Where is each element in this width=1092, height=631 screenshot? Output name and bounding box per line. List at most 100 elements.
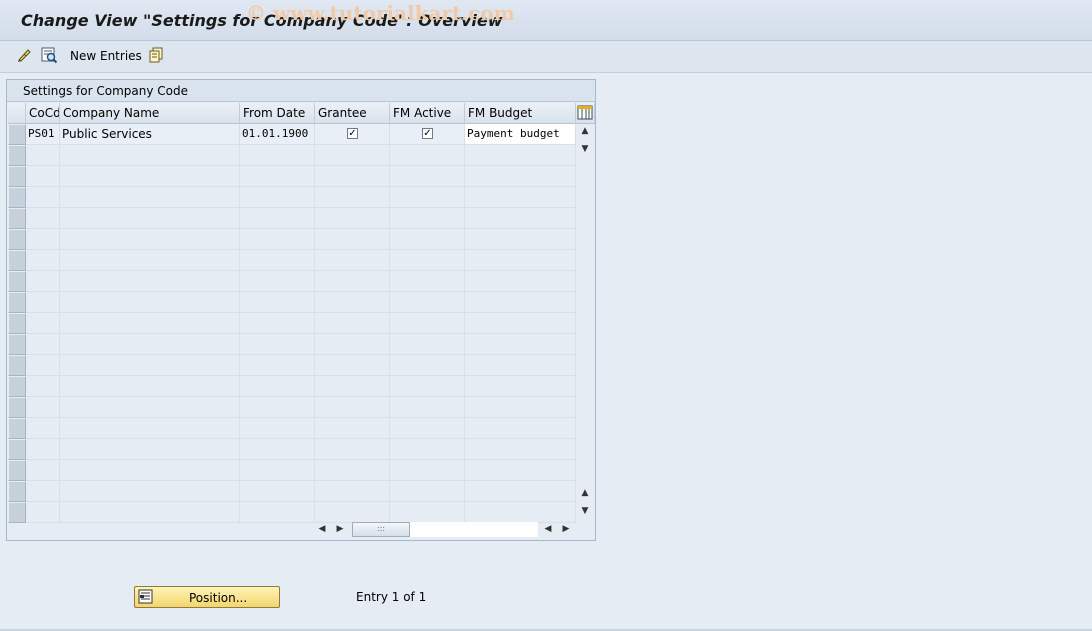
vertical-scrollbar[interactable]: ▲ ▼ ▲ ▼ bbox=[576, 124, 595, 521]
table-cell[interactable] bbox=[465, 481, 576, 502]
table-cell[interactable] bbox=[390, 229, 465, 250]
table-cell[interactable] bbox=[240, 208, 315, 229]
table-cell[interactable] bbox=[26, 397, 60, 418]
scroll-end-right-icon[interactable]: ▶ bbox=[560, 523, 572, 536]
table-cell[interactable] bbox=[465, 502, 576, 523]
row-selector[interactable] bbox=[8, 397, 26, 418]
table-cell[interactable] bbox=[390, 397, 465, 418]
table-cell[interactable] bbox=[315, 145, 390, 166]
table-cell[interactable] bbox=[60, 145, 240, 166]
table-cell[interactable] bbox=[315, 250, 390, 271]
table-cell[interactable] bbox=[240, 229, 315, 250]
scroll-up-icon[interactable]: ▲ bbox=[580, 126, 590, 136]
scroll-left-icon[interactable]: ◀ bbox=[316, 523, 328, 536]
table-cell[interactable] bbox=[60, 292, 240, 313]
row-selector[interactable] bbox=[8, 229, 26, 250]
table-cell[interactable] bbox=[26, 271, 60, 292]
table-cell[interactable] bbox=[390, 145, 465, 166]
table-cell[interactable] bbox=[26, 481, 60, 502]
table-cell[interactable] bbox=[390, 460, 465, 481]
table-cell[interactable] bbox=[390, 313, 465, 334]
scroll-track[interactable] bbox=[410, 522, 538, 537]
table-row[interactable] bbox=[26, 334, 576, 355]
table-cell[interactable] bbox=[315, 229, 390, 250]
row-selector[interactable] bbox=[8, 334, 26, 355]
column-header-from-date[interactable]: From Date bbox=[240, 103, 315, 124]
position-button[interactable]: Position... bbox=[134, 586, 280, 608]
table-row[interactable] bbox=[26, 229, 576, 250]
table-cell[interactable] bbox=[465, 355, 576, 376]
table-cell[interactable] bbox=[60, 208, 240, 229]
row-selector[interactable] bbox=[8, 481, 26, 502]
table-cell[interactable] bbox=[390, 418, 465, 439]
table-cell[interactable] bbox=[26, 460, 60, 481]
table-cell[interactable] bbox=[26, 250, 60, 271]
row-selector[interactable] bbox=[8, 166, 26, 187]
table-cell[interactable] bbox=[465, 145, 576, 166]
table-row[interactable] bbox=[26, 187, 576, 208]
table-cell[interactable] bbox=[60, 397, 240, 418]
table-cell[interactable] bbox=[240, 418, 315, 439]
table-cell[interactable] bbox=[240, 460, 315, 481]
table-cell[interactable] bbox=[240, 187, 315, 208]
new-entries-button[interactable]: New Entries bbox=[70, 49, 142, 63]
table-cell[interactable] bbox=[465, 271, 576, 292]
table-cell[interactable] bbox=[26, 418, 60, 439]
copy-icon[interactable] bbox=[148, 46, 166, 64]
table-cell[interactable] bbox=[60, 376, 240, 397]
table-cell[interactable] bbox=[240, 334, 315, 355]
table-cell[interactable] bbox=[315, 187, 390, 208]
table-row[interactable] bbox=[26, 418, 576, 439]
table-cell[interactable] bbox=[465, 313, 576, 334]
table-cell[interactable] bbox=[60, 313, 240, 334]
table-row[interactable] bbox=[26, 397, 576, 418]
column-header-fm-budget[interactable]: FM Budget bbox=[465, 103, 576, 124]
table-cell[interactable] bbox=[315, 397, 390, 418]
table-row[interactable] bbox=[26, 145, 576, 166]
table-row[interactable] bbox=[26, 313, 576, 334]
table-cell[interactable] bbox=[390, 292, 465, 313]
table-cell[interactable] bbox=[390, 481, 465, 502]
table-cell[interactable] bbox=[26, 187, 60, 208]
table-cell[interactable] bbox=[315, 292, 390, 313]
row-selector[interactable] bbox=[8, 250, 26, 271]
table-cell[interactable] bbox=[60, 334, 240, 355]
table-cell[interactable] bbox=[315, 502, 390, 523]
table-row[interactable] bbox=[26, 271, 576, 292]
scroll-page-up-icon[interactable]: ▲ bbox=[580, 488, 590, 498]
row-selector[interactable] bbox=[8, 439, 26, 460]
table-cell[interactable] bbox=[390, 334, 465, 355]
table-cell[interactable] bbox=[315, 460, 390, 481]
table-row[interactable] bbox=[26, 502, 576, 523]
table-cell[interactable] bbox=[240, 376, 315, 397]
table-cell[interactable] bbox=[315, 439, 390, 460]
table-cell[interactable] bbox=[60, 271, 240, 292]
table-cell[interactable] bbox=[26, 166, 60, 187]
table-cell[interactable] bbox=[465, 208, 576, 229]
table-cell[interactable] bbox=[26, 355, 60, 376]
table-cell[interactable] bbox=[390, 208, 465, 229]
column-header-company-name[interactable]: Company Name bbox=[60, 103, 240, 124]
table-settings-icon[interactable] bbox=[576, 103, 595, 124]
row-selector[interactable] bbox=[8, 208, 26, 229]
table-cell[interactable] bbox=[465, 439, 576, 460]
table-cell[interactable] bbox=[465, 187, 576, 208]
table-row[interactable] bbox=[26, 376, 576, 397]
row-selector[interactable] bbox=[8, 376, 26, 397]
details-icon[interactable] bbox=[40, 46, 58, 64]
table-cell[interactable] bbox=[465, 334, 576, 355]
table-cell[interactable] bbox=[465, 397, 576, 418]
table-cell[interactable] bbox=[315, 166, 390, 187]
table-cell[interactable] bbox=[60, 355, 240, 376]
table-cell[interactable] bbox=[240, 145, 315, 166]
table-row[interactable] bbox=[26, 439, 576, 460]
table-cell[interactable] bbox=[240, 502, 315, 523]
column-header-fm-active[interactable]: FM Active bbox=[390, 103, 465, 124]
table-cell[interactable] bbox=[390, 271, 465, 292]
table-cell[interactable] bbox=[240, 271, 315, 292]
table-cell[interactable] bbox=[26, 208, 60, 229]
table-cell[interactable] bbox=[390, 166, 465, 187]
table-cell[interactable] bbox=[315, 355, 390, 376]
row-selector[interactable] bbox=[8, 355, 26, 376]
table-row[interactable] bbox=[26, 166, 576, 187]
